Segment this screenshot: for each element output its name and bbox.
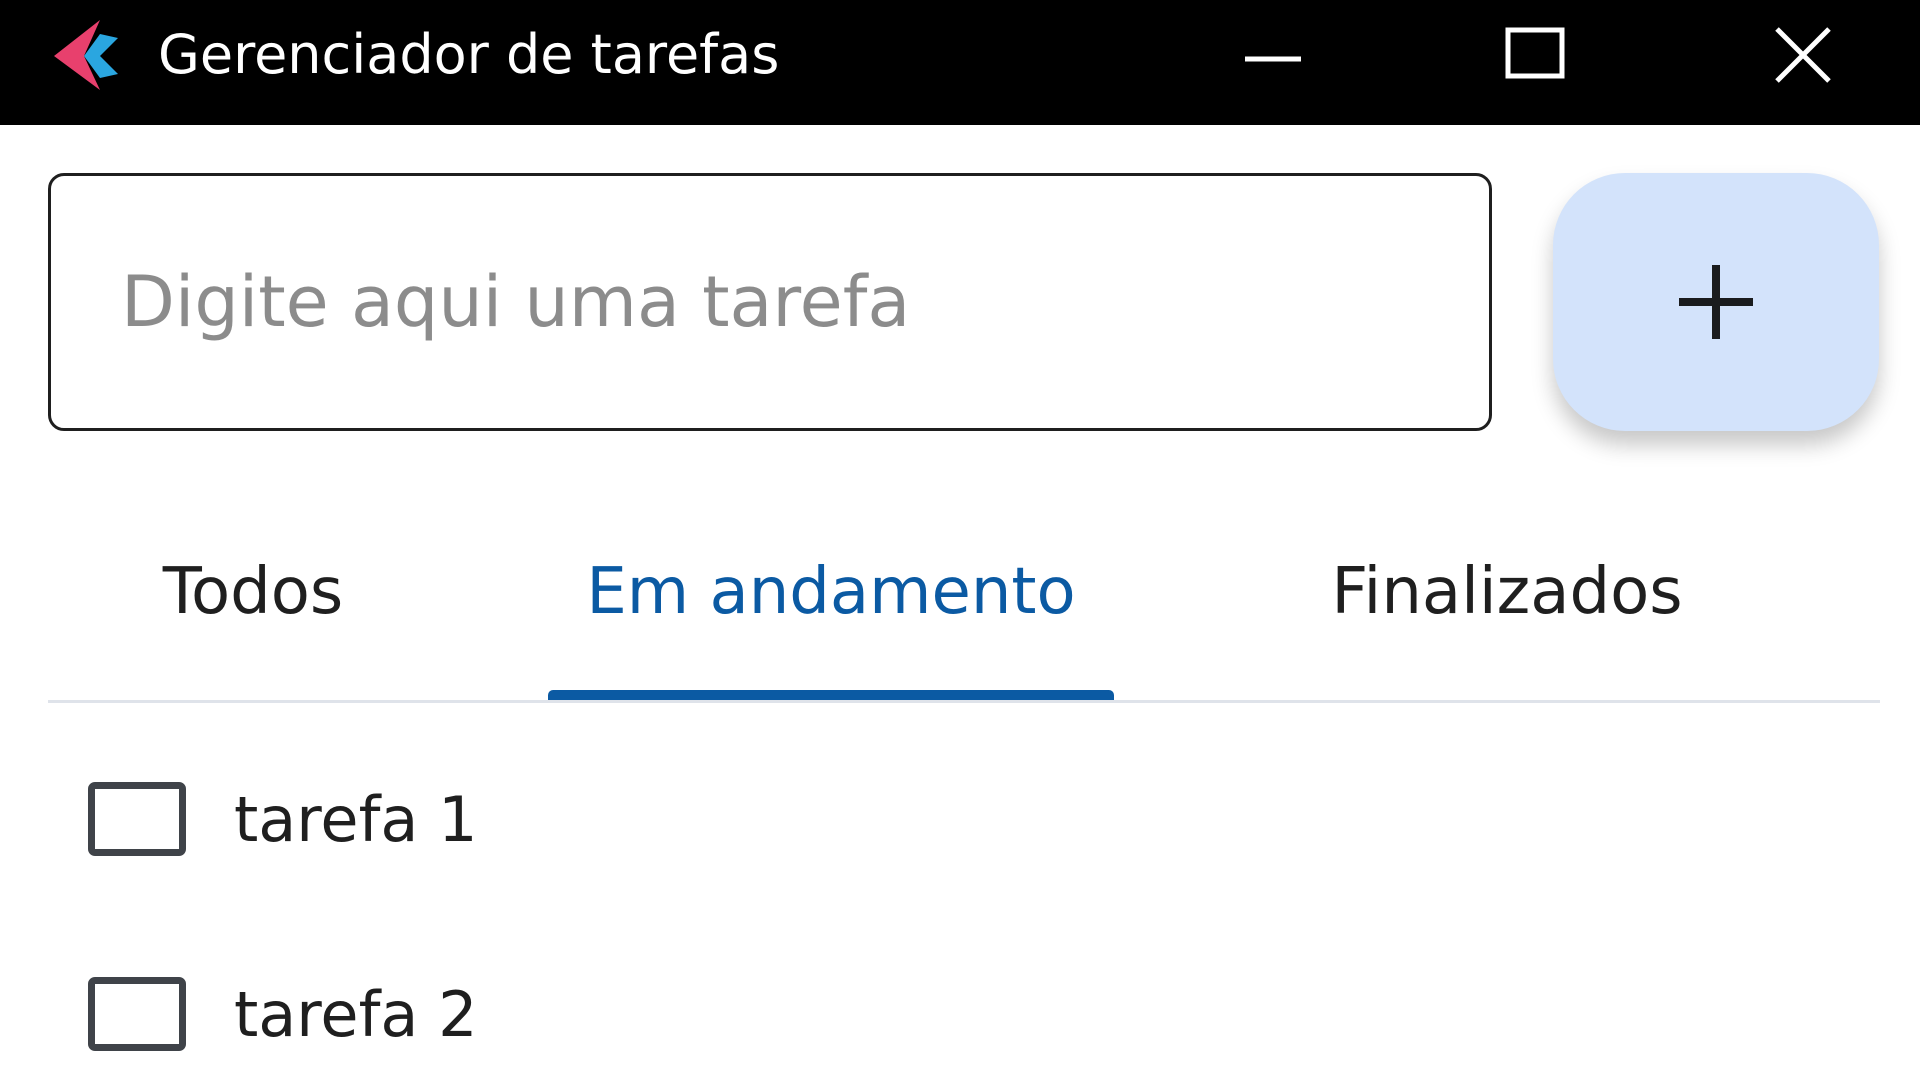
app-logo-icon: [54, 20, 118, 90]
close-button[interactable]: [1748, 0, 1858, 110]
task-item: tarefa 1: [48, 755, 1880, 905]
tab-divider: [48, 700, 1880, 703]
plus-icon: [1679, 265, 1753, 339]
tab-bar: Todos Em andamento Finalizados: [48, 520, 1880, 700]
close-icon: [1775, 27, 1831, 83]
title-bar[interactable]: Gerenciador de tarefas: [0, 0, 1920, 125]
minimize-icon: [1245, 56, 1301, 62]
minimize-button[interactable]: [1218, 0, 1328, 110]
maximize-button[interactable]: [1480, 0, 1590, 110]
tab-em-andamento[interactable]: Em andamento: [548, 520, 1114, 700]
app-window: Gerenciador de tarefas Todos Em anda: [0, 0, 1920, 1080]
active-tab-indicator: [548, 690, 1114, 700]
task-item: tarefa 2: [48, 950, 1880, 1080]
task-label: tarefa 1: [234, 783, 478, 856]
task-checkbox[interactable]: [88, 977, 186, 1051]
tab-todos[interactable]: Todos: [143, 520, 363, 700]
window-title: Gerenciador de tarefas: [158, 23, 780, 86]
task-input[interactable]: [48, 173, 1492, 431]
task-checkbox[interactable]: [88, 782, 186, 856]
task-label: tarefa 2: [234, 978, 478, 1051]
add-task-button[interactable]: [1553, 173, 1879, 431]
maximize-icon: [1505, 27, 1565, 79]
tab-finalizados[interactable]: Finalizados: [1286, 520, 1728, 700]
